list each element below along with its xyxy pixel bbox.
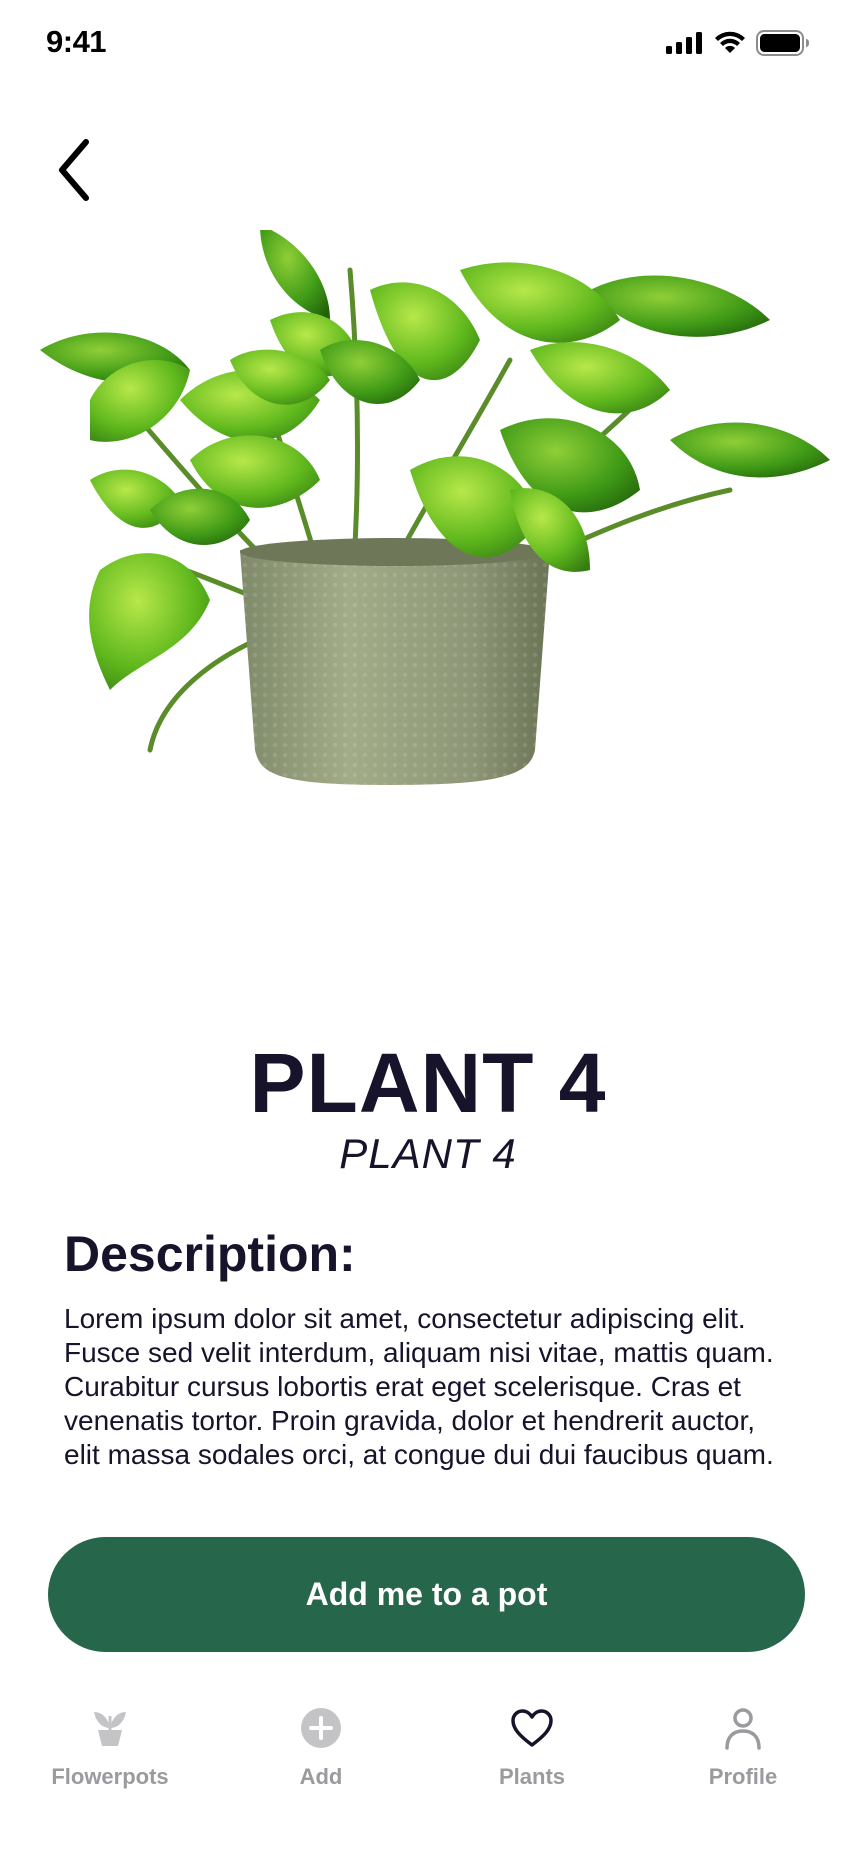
battery-icon bbox=[756, 30, 809, 56]
status-time: 9:41 bbox=[46, 24, 107, 59]
sprout-pot-icon bbox=[86, 1704, 134, 1752]
nav-item-plants[interactable]: Plants bbox=[447, 1690, 617, 1810]
description-text: Lorem ipsum dolor sit amet, consectetur … bbox=[64, 1303, 774, 1470]
nav-label-profile: Profile bbox=[708, 1764, 778, 1789]
plant-subtitle: PLANT 4 bbox=[339, 1130, 517, 1177]
nav-label-flowerpots: Flowerpots bbox=[51, 1764, 169, 1789]
description-heading: Description: bbox=[64, 1226, 356, 1282]
nav-label-plants: Plants bbox=[498, 1764, 566, 1789]
nav-item-flowerpots[interactable]: Flowerpots bbox=[25, 1690, 195, 1810]
heart-icon bbox=[508, 1704, 556, 1752]
status-icons bbox=[666, 30, 810, 56]
add-to-pot-button[interactable]: Add me to a pot bbox=[48, 1537, 805, 1652]
back-button[interactable] bbox=[44, 130, 104, 210]
cellular-signal-icon bbox=[666, 32, 702, 54]
bottom-nav: Flowerpots Add Plants Profile bbox=[0, 1690, 856, 1830]
nav-item-add[interactable]: Add bbox=[236, 1690, 406, 1810]
wifi-icon bbox=[715, 31, 745, 53]
plant-image bbox=[40, 230, 830, 785]
chevron-left-icon bbox=[59, 139, 89, 201]
status-bar: 9:41 bbox=[0, 0, 856, 90]
plant-title: PLANT 4 bbox=[249, 1036, 607, 1130]
nav-label-add: Add bbox=[299, 1764, 343, 1789]
nav-item-profile[interactable]: Profile bbox=[658, 1690, 828, 1810]
plus-circle-icon bbox=[297, 1704, 345, 1752]
person-icon bbox=[719, 1704, 767, 1752]
